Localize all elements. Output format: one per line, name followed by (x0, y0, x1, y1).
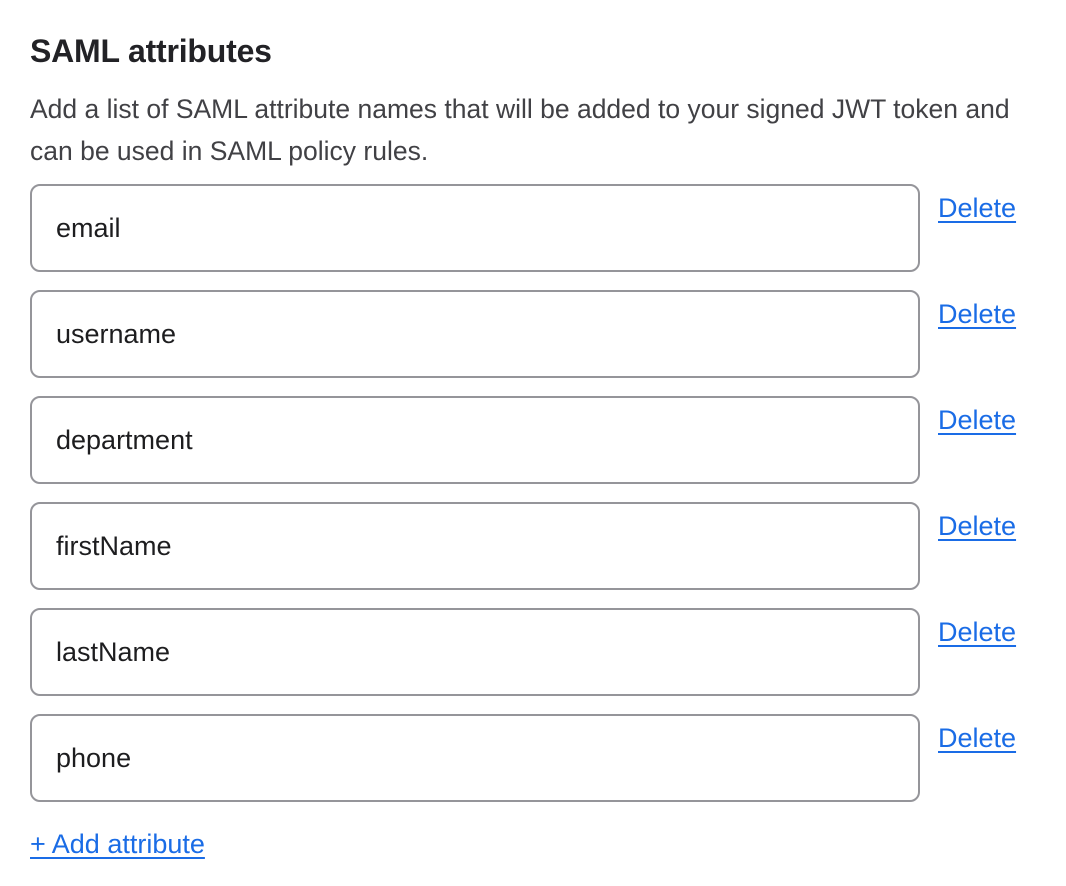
saml-attributes-section: SAML attributes Add a list of SAML attri… (0, 0, 1066, 860)
attribute-row: Delete (30, 290, 1036, 378)
attribute-input-phone[interactable] (30, 714, 920, 802)
delete-attribute-link[interactable]: Delete (938, 510, 1016, 542)
page-title: SAML attributes (30, 32, 1036, 70)
attribute-row: Delete (30, 714, 1036, 802)
attribute-input-email[interactable] (30, 184, 920, 272)
delete-attribute-link[interactable]: Delete (938, 404, 1016, 436)
attribute-row: Delete (30, 608, 1036, 696)
attribute-row: Delete (30, 502, 1036, 590)
add-attribute-link[interactable]: + Add attribute (30, 828, 205, 860)
attribute-row: Delete (30, 184, 1036, 272)
delete-attribute-link[interactable]: Delete (938, 722, 1016, 754)
delete-attribute-link[interactable]: Delete (938, 192, 1016, 224)
attribute-input-firstname[interactable] (30, 502, 920, 590)
attribute-input-lastname[interactable] (30, 608, 920, 696)
section-description: Add a list of SAML attribute names that … (30, 88, 1036, 172)
delete-attribute-link[interactable]: Delete (938, 298, 1016, 330)
attribute-input-username[interactable] (30, 290, 920, 378)
attribute-input-department[interactable] (30, 396, 920, 484)
attribute-row: Delete (30, 396, 1036, 484)
delete-attribute-link[interactable]: Delete (938, 616, 1016, 648)
